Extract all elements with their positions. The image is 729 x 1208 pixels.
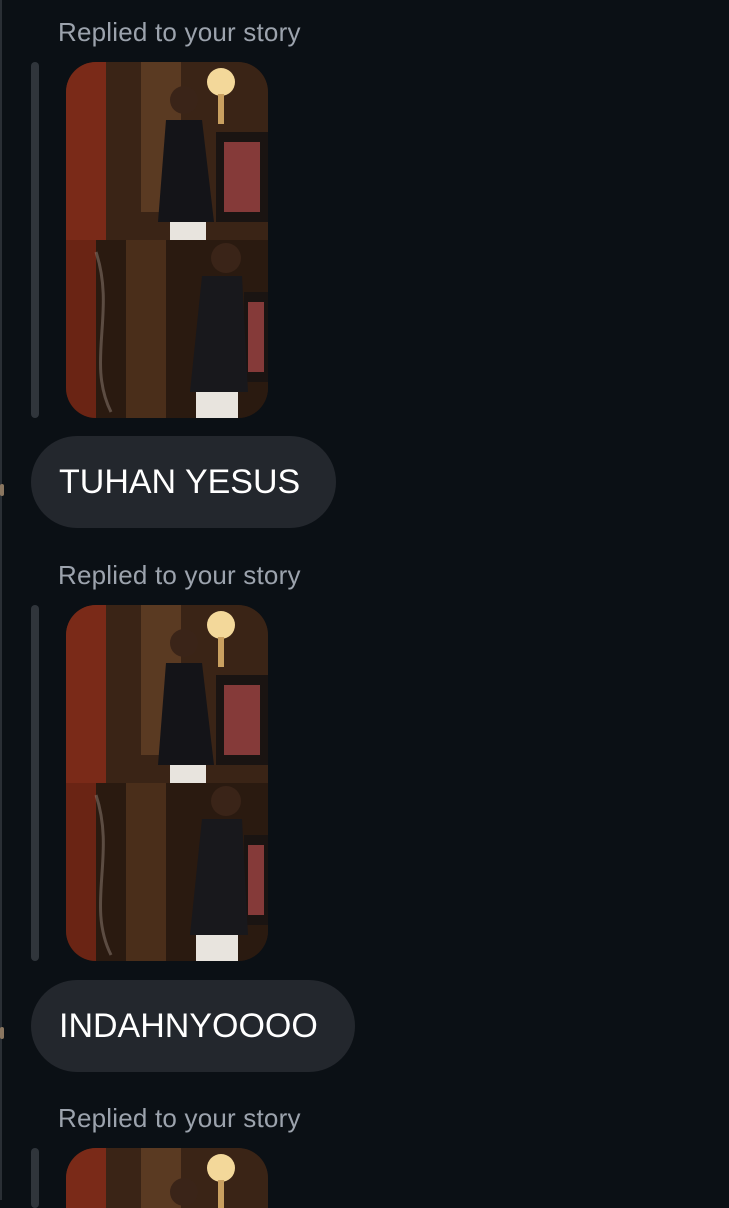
reply-indicator-bar xyxy=(31,605,39,961)
story-photo-collage-image xyxy=(66,605,268,961)
story-photo-collage-image xyxy=(66,1148,268,1208)
reply-indicator-bar xyxy=(31,62,39,418)
story-thumbnail[interactable] xyxy=(66,605,268,961)
message-bubble[interactable]: INDAHNYOOOO xyxy=(31,980,355,1072)
story-reply-label: Replied to your story xyxy=(58,1103,301,1133)
story-reply-label: Replied to your story xyxy=(58,560,301,590)
avatar-edge xyxy=(0,1027,4,1039)
message-bubble[interactable]: TUHAN YESUS xyxy=(31,436,336,528)
story-reply-label: Replied to your story xyxy=(58,17,301,47)
avatar-edge xyxy=(0,484,4,496)
story-photo-collage-image xyxy=(66,62,268,418)
story-thumbnail[interactable] xyxy=(66,62,268,418)
story-thumbnail[interactable] xyxy=(66,1148,268,1208)
reply-indicator-bar xyxy=(31,1148,39,1208)
message-thread[interactable]: Replied to your story TUHAN YESUS Replie… xyxy=(0,0,729,1208)
